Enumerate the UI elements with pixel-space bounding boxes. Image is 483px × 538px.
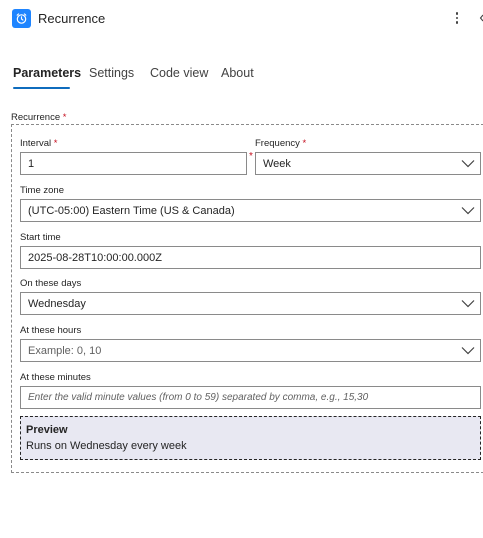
required-marker: * (62, 112, 67, 123)
active-tab-indicator (13, 87, 70, 89)
interval-input[interactable]: 1 (20, 152, 247, 175)
interval-required-marker: * (249, 151, 253, 162)
at-these-hours-dropdown[interactable]: Example: 0, 10 (20, 339, 481, 362)
time-zone-label: Time zone (20, 185, 64, 196)
interval-value: 1 (28, 157, 35, 170)
frequency-label: Frequency * (255, 138, 307, 149)
start-time-input[interactable]: 2025-08-28T10:00:00.000Z (20, 246, 481, 269)
interval-label: Interval * (20, 138, 58, 149)
at-these-minutes-label: At these minutes (20, 372, 91, 383)
tab-parameters[interactable]: Parameters (13, 66, 81, 80)
alarm-clock-icon (16, 13, 27, 24)
start-time-value: 2025-08-28T10:00:00.000Z (28, 251, 162, 264)
at-these-minutes-input[interactable]: Enter the valid minute values (from 0 to… (20, 386, 481, 409)
on-these-days-label: On these days (20, 278, 82, 289)
more-options-button[interactable] (451, 8, 463, 28)
start-time-label: Start time (20, 232, 61, 243)
preview-title: Preview (26, 424, 68, 436)
on-these-days-dropdown[interactable]: Wednesday (20, 292, 481, 315)
chevron-left-icon (479, 14, 483, 22)
tab-settings[interactable]: Settings (89, 66, 134, 80)
preview-box (20, 416, 481, 460)
panel-title: Recurrence (38, 11, 106, 26)
chevron-down-icon (461, 207, 475, 215)
chevron-down-icon (461, 160, 475, 168)
at-these-hours-placeholder: Example: 0, 10 (28, 344, 102, 357)
collapse-panel-button[interactable] (476, 9, 483, 27)
frequency-value: Week (263, 157, 291, 170)
recurrence-label: Recurrence * (11, 112, 67, 123)
at-these-minutes-placeholder: Enter the valid minute values (from 0 to… (28, 392, 369, 403)
tab-code-view[interactable]: Code view (150, 66, 208, 80)
on-these-days-value: Wednesday (28, 297, 86, 310)
chevron-down-icon (461, 300, 475, 308)
chevron-down-icon (461, 347, 475, 355)
time-zone-dropdown[interactable]: (UTC-05:00) Eastern Time (US & Canada) (20, 199, 481, 222)
frequency-dropdown[interactable]: Week (255, 152, 481, 175)
preview-text: Runs on Wednesday every week (26, 440, 187, 452)
at-these-hours-label: At these hours (20, 325, 82, 336)
recurrence-app-icon (12, 9, 31, 28)
tab-about[interactable]: About (221, 66, 254, 80)
more-vertical-icon (455, 12, 459, 15)
time-zone-value: (UTC-05:00) Eastern Time (US & Canada) (28, 204, 235, 217)
